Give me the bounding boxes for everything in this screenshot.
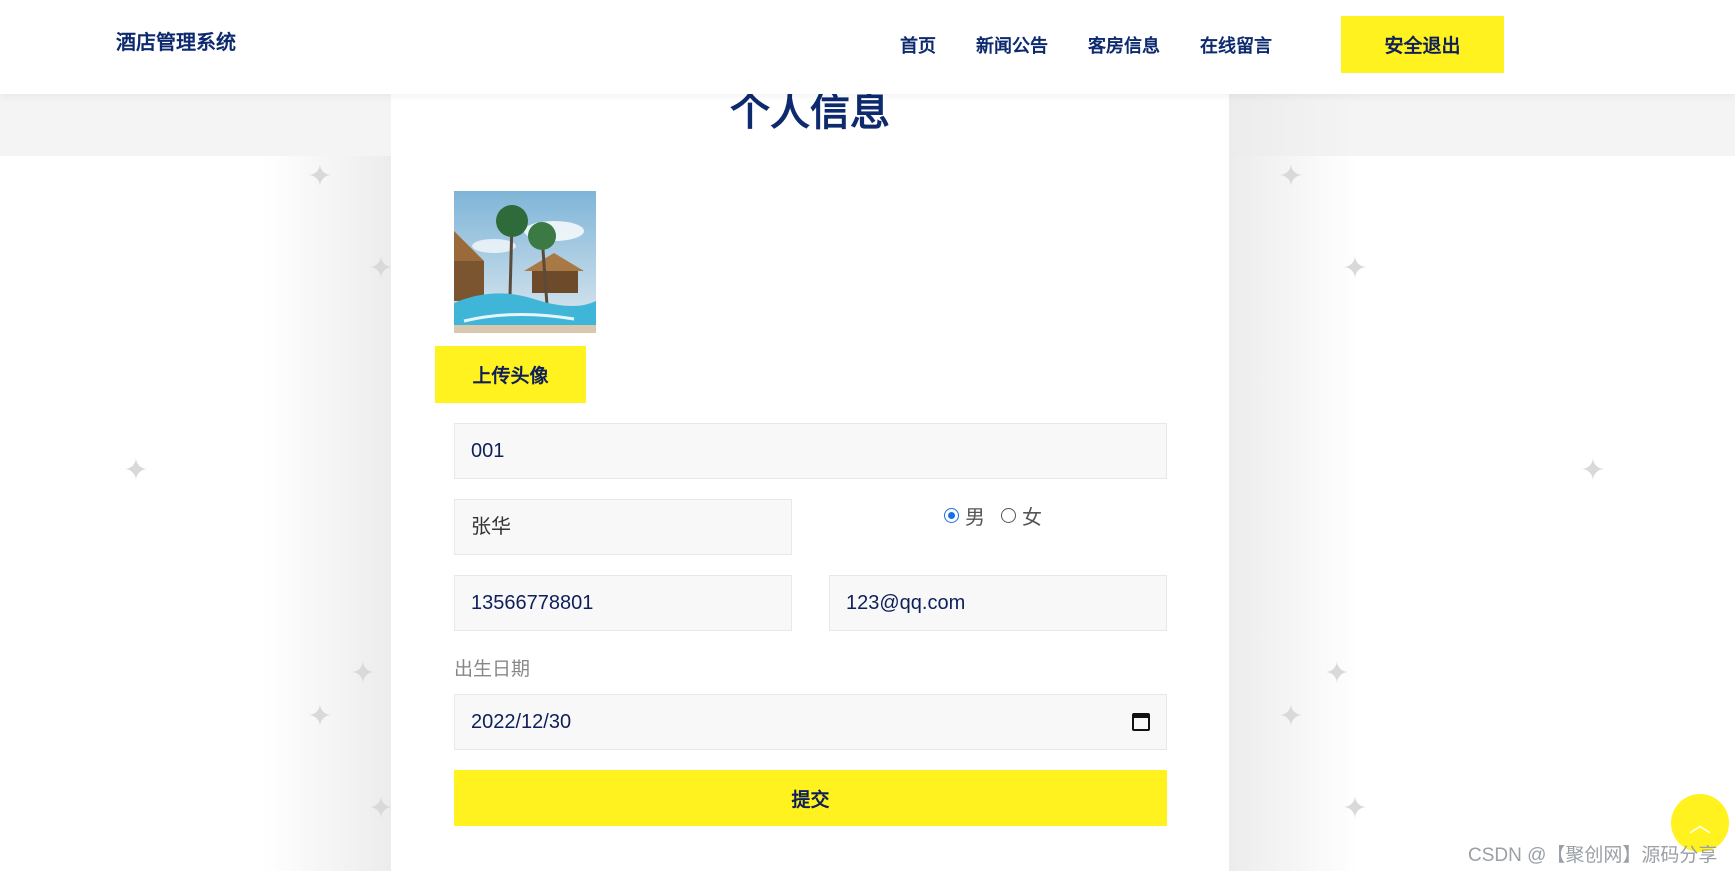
avatar-image: [454, 191, 596, 333]
avatar: [454, 191, 596, 333]
gender-female-label: 女: [1022, 507, 1042, 529]
calendar-icon[interactable]: [1132, 713, 1150, 731]
name-field[interactable]: 张华: [454, 499, 792, 555]
arrow-up-icon: ︿: [1688, 812, 1711, 837]
upload-avatar-button[interactable]: 上传头像: [435, 346, 586, 403]
submit-button[interactable]: 提交: [454, 770, 1167, 826]
dob-label: 出生日期: [454, 659, 531, 680]
sparkle-icon: ✦: [1278, 700, 1304, 733]
nav-messages[interactable]: 在线留言: [1200, 32, 1272, 58]
sparkle-icon: ✦: [350, 657, 376, 690]
logout-button[interactable]: 安全退出: [1341, 16, 1504, 73]
dob-date-field[interactable]: 2022/12/30: [454, 694, 1167, 750]
sparkle-icon: ✦: [123, 454, 149, 487]
gender-radio-group: 男 女: [944, 501, 1058, 530]
page-title: 个人信息: [730, 90, 890, 134]
gender-female-radio[interactable]: [1001, 508, 1016, 523]
nav-home[interactable]: 首页: [900, 32, 936, 58]
dob-value: 2022/12/30: [471, 711, 572, 733]
sparkle-icon: ✦: [1342, 252, 1368, 285]
top-header: 酒店管理系统 首页 新闻公告 客房信息 在线留言 安全退出: [0, 0, 1735, 94]
watermark: CSDN @【聚创网】源码分享: [1468, 845, 1718, 866]
gender-male-label: 男: [965, 507, 985, 529]
background-shade-right: [1229, 94, 1359, 871]
main-nav: 首页 新闻公告 客房信息 在线留言: [900, 32, 1312, 58]
gender-male-radio[interactable]: [944, 508, 959, 523]
nav-news[interactable]: 新闻公告: [976, 32, 1048, 58]
sparkle-icon: ✦: [1278, 160, 1304, 193]
sparkle-icon: ✦: [1580, 454, 1606, 487]
email-field[interactable]: 123@qq.com: [829, 575, 1167, 631]
profile-card: 个人信息 上传头像 001 张华 男 女 13566778801 123@qq.…: [391, 90, 1229, 871]
sparkle-icon: ✦: [307, 160, 333, 193]
account-id-field[interactable]: 001: [454, 423, 1167, 479]
sparkle-icon: ✦: [307, 700, 333, 733]
sparkle-icon: ✦: [1342, 792, 1368, 825]
sparkle-icon: ✦: [1324, 657, 1350, 690]
nav-rooms[interactable]: 客房信息: [1088, 32, 1160, 58]
brand-logo[interactable]: 酒店管理系统: [116, 26, 236, 55]
phone-field[interactable]: 13566778801: [454, 575, 792, 631]
